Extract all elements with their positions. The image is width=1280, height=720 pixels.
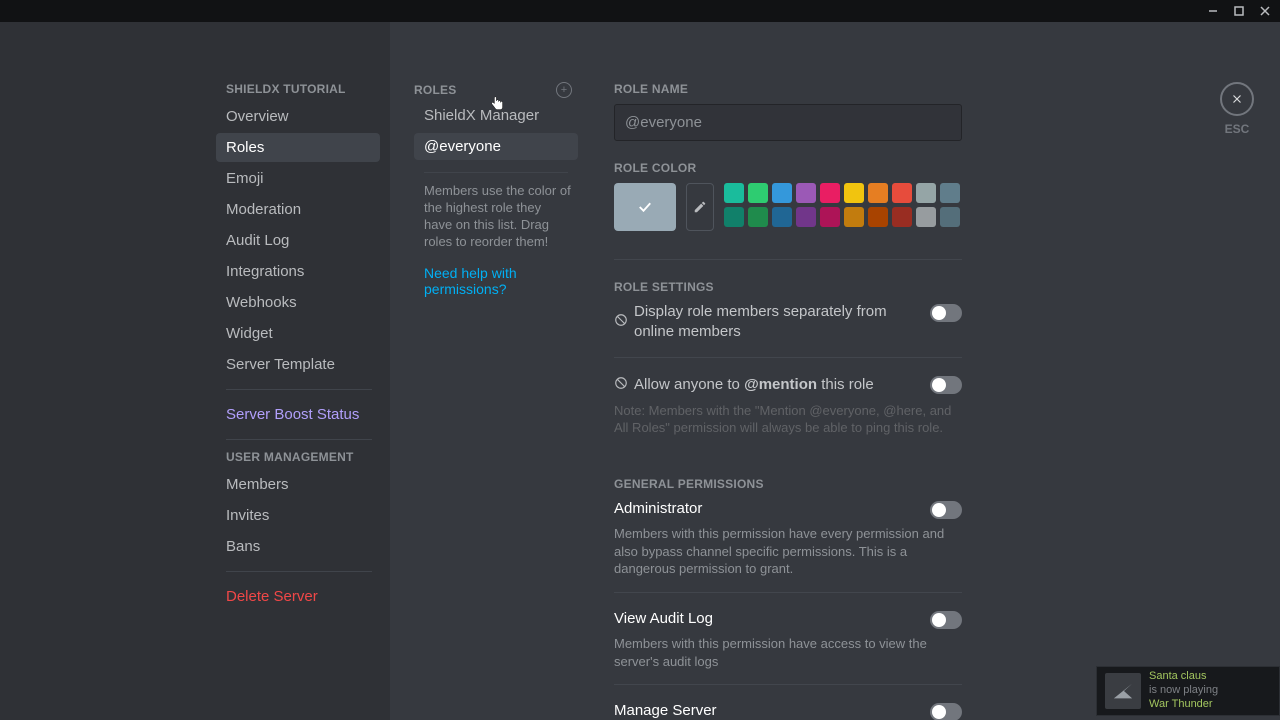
color-swatch[interactable] — [916, 207, 936, 227]
role-settings-label: ROLE SETTINGS — [614, 280, 1230, 294]
sidebar-item-overview[interactable]: Overview — [216, 102, 380, 131]
divider — [226, 389, 372, 390]
toggle-view-audit-log[interactable] — [930, 611, 962, 629]
sidebar-item-emoji[interactable]: Emoji — [216, 164, 380, 193]
custom-color-picker[interactable] — [686, 183, 714, 231]
sidebar-item-bans[interactable]: Bans — [216, 532, 380, 561]
color-swatch[interactable] — [844, 207, 864, 227]
color-swatch[interactable] — [796, 207, 816, 227]
roles-heading: ROLES — [414, 83, 457, 97]
toggle-allow-mention[interactable] — [930, 376, 962, 394]
sidebar-item-roles[interactable]: Roles — [216, 133, 380, 162]
perm-administrator-title: Administrator — [614, 499, 914, 519]
window-minimize-button[interactable] — [1200, 0, 1226, 22]
sidebar-item-audit-log[interactable]: Audit Log — [216, 226, 380, 255]
divider — [226, 571, 372, 572]
forbidden-icon — [614, 311, 628, 333]
sidebar-category-server: SHIELDX TUTORIAL — [216, 82, 380, 102]
sidebar-item-webhooks[interactable]: Webhooks — [216, 288, 380, 317]
role-editor: ROLE NAME @everyone ROLE COLOR ROLE SETT… — [586, 22, 1280, 720]
color-swatch[interactable] — [772, 183, 792, 203]
sidebar-item-moderation[interactable]: Moderation — [216, 195, 380, 224]
divider — [424, 172, 568, 173]
permissions-help-link[interactable]: Need help with permissions? — [414, 265, 578, 297]
color-swatch[interactable] — [820, 183, 840, 203]
role-item-everyone[interactable]: @everyone — [414, 133, 578, 160]
general-permissions-label: GENERAL PERMISSIONS — [614, 477, 1230, 491]
color-swatch[interactable] — [868, 183, 888, 203]
notification-user: Santa claus — [1149, 670, 1218, 684]
notification-toast[interactable]: Santa claus is now playing War Thunder — [1096, 666, 1280, 716]
divider — [226, 439, 372, 440]
sidebar-item-widget[interactable]: Widget — [216, 319, 380, 348]
sidebar-item-server-template[interactable]: Server Template — [216, 350, 380, 379]
color-swatch[interactable] — [724, 183, 744, 203]
color-swatch[interactable] — [868, 207, 888, 227]
color-swatch[interactable] — [772, 207, 792, 227]
roles-help-text: Members use the color of the highest rol… — [414, 183, 578, 251]
divider — [614, 259, 962, 260]
sidebar-item-server-boost[interactable]: Server Boost Status — [216, 400, 380, 429]
perm-administrator-desc: Members with this permission have every … — [614, 525, 962, 578]
settings-sidebar: SHIELDX TUTORIAL Overview Roles Emoji Mo… — [216, 22, 390, 720]
color-swatch[interactable] — [796, 183, 816, 203]
toggle-administrator[interactable] — [930, 501, 962, 519]
setting-allow-mention-note: Note: Members with the "Mention @everyon… — [614, 402, 962, 437]
perm-manage-server-title: Manage Server — [614, 701, 914, 720]
color-swatch[interactable] — [940, 183, 960, 203]
color-swatch[interactable] — [748, 207, 768, 227]
color-swatch[interactable] — [724, 207, 744, 227]
toggle-display-separately[interactable] — [930, 304, 962, 322]
window-maximize-button[interactable] — [1226, 0, 1252, 22]
setting-display-separately: Display role members separately from onl… — [614, 302, 914, 343]
color-swatch[interactable] — [940, 207, 960, 227]
notification-thumbnail — [1105, 673, 1141, 709]
sidebar-item-integrations[interactable]: Integrations — [216, 257, 380, 286]
color-swatch[interactable] — [844, 183, 864, 203]
role-item-shieldx-manager[interactable]: ShieldX Manager — [414, 102, 578, 129]
perm-audit-log-title: View Audit Log — [614, 609, 914, 629]
role-color-label: ROLE COLOR — [614, 161, 1230, 175]
role-name-label: ROLE NAME — [614, 82, 1230, 96]
sidebar-category-user-mgmt: USER MANAGEMENT — [216, 450, 380, 470]
add-role-icon[interactable]: + — [556, 82, 572, 98]
color-swatch[interactable] — [916, 183, 936, 203]
sidebar-item-invites[interactable]: Invites — [216, 501, 380, 530]
sidebar-item-members[interactable]: Members — [216, 470, 380, 499]
esc-label: ESC — [1225, 122, 1250, 136]
notification-game: War Thunder — [1149, 698, 1218, 712]
close-settings-button[interactable] — [1220, 82, 1254, 116]
default-color-swatch[interactable] — [614, 183, 676, 231]
window-close-button[interactable] — [1252, 0, 1278, 22]
color-swatch[interactable] — [748, 183, 768, 203]
notification-status: is now playing — [1149, 684, 1218, 698]
color-swatch[interactable] — [892, 207, 912, 227]
color-swatch[interactable] — [820, 207, 840, 227]
sidebar-item-delete-server[interactable]: Delete Server — [216, 582, 380, 611]
toggle-manage-server[interactable] — [930, 703, 962, 720]
perm-audit-log-desc: Members with this permission have access… — [614, 635, 962, 670]
setting-allow-mention: Allow anyone to @mention this role — [614, 374, 914, 396]
role-name-input[interactable]: @everyone — [614, 104, 962, 141]
color-swatch[interactable] — [892, 183, 912, 203]
forbidden-icon — [614, 374, 628, 396]
roles-list-column: ROLES + ShieldX Manager @everyone Member… — [390, 22, 586, 720]
left-gutter — [0, 22, 216, 720]
